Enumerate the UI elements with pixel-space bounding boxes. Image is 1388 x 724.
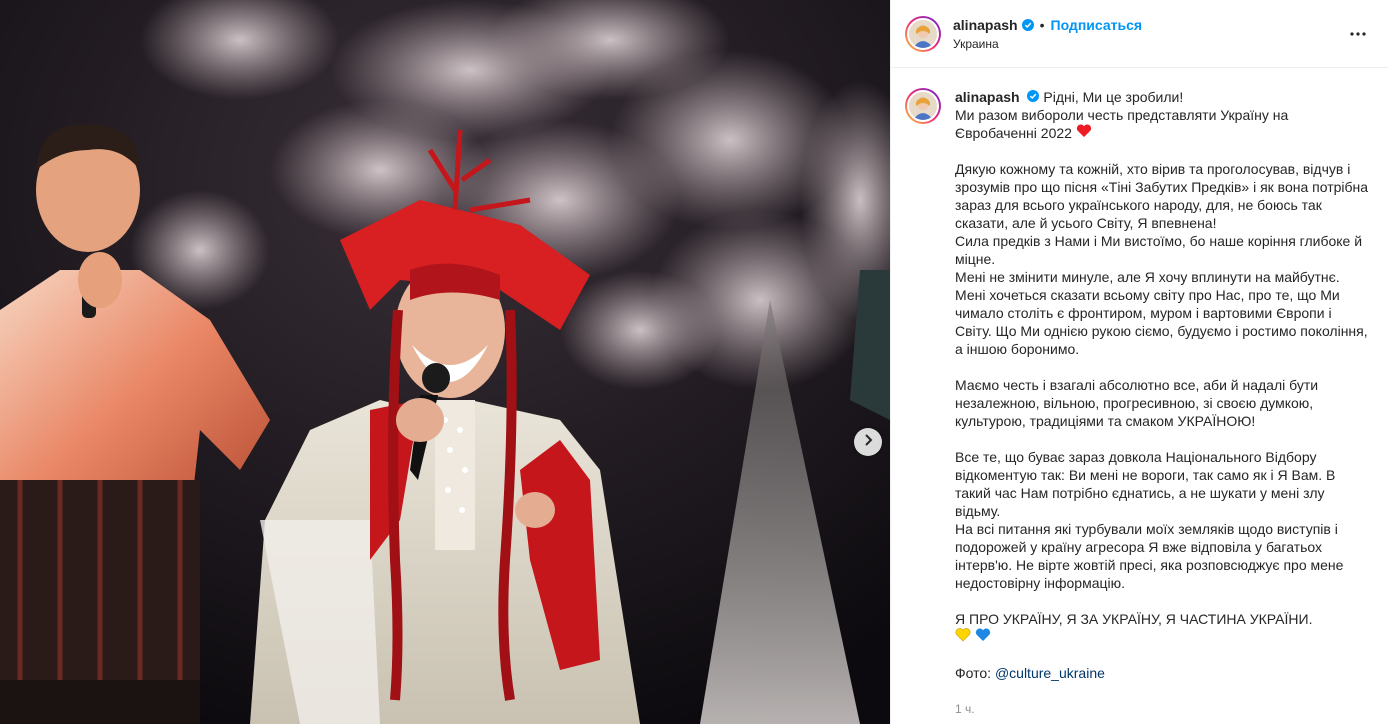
caption-line-9: Я ПРО УКРАЇНУ, Я ЗА УКРАЇНУ, Я ЧАСТИНА У… bbox=[955, 611, 1313, 627]
caption-line-1: Рідні, Ми це зробили! bbox=[1043, 89, 1184, 105]
caption-line-6: Маємо честь і взагалі абсолютно все, аби… bbox=[955, 377, 1319, 429]
instagram-post-view: alinapash • Подписаться Украина alinapas… bbox=[0, 0, 1388, 724]
author-username[interactable]: alinapash bbox=[953, 17, 1018, 33]
separator-dot: • bbox=[1039, 16, 1045, 33]
post-timestamp[interactable]: 1 ч. bbox=[955, 700, 1372, 718]
caption-line-4: Сила предків з Нами і Ми вистоїмо, бо на… bbox=[955, 233, 1363, 267]
caption-username[interactable]: alinapash bbox=[955, 89, 1020, 105]
chevron-right-icon bbox=[863, 433, 873, 451]
verified-badge-icon bbox=[1027, 90, 1040, 102]
caption-line-3: Дякую кожному та кожній, хто вірив та пр… bbox=[955, 161, 1369, 231]
photo-credit-mention[interactable]: @culture_ukraine bbox=[995, 665, 1105, 681]
caption-line-7: Все те, що буває зараз довкола Національ… bbox=[955, 449, 1336, 519]
caption-line-8: На всі питання які турбували моїх земляк… bbox=[955, 521, 1344, 591]
caption-line-5: Мені не змінити минуле, але Я хочу вплин… bbox=[955, 269, 1368, 357]
avatar[interactable] bbox=[905, 15, 941, 52]
next-photo-button[interactable] bbox=[854, 428, 882, 456]
post-header: alinapash • Подписаться Украина bbox=[891, 0, 1388, 68]
yellow-heart-icon bbox=[955, 628, 971, 645]
red-heart-icon bbox=[1076, 124, 1092, 141]
post-side-panel: alinapash • Подписаться Украина alinapas… bbox=[890, 0, 1388, 724]
caption-avatar[interactable] bbox=[905, 88, 941, 124]
blue-heart-icon bbox=[975, 628, 991, 645]
post-photo[interactable] bbox=[0, 0, 890, 724]
post-photo-image bbox=[0, 0, 890, 724]
post-location[interactable]: Украина bbox=[953, 37, 1142, 51]
verified-badge-icon bbox=[1021, 18, 1034, 31]
photo-credit-prefix: Фото: bbox=[955, 665, 992, 681]
caption: alinapash Рідні, Ми це зробили! Ми разом… bbox=[891, 68, 1388, 718]
caption-text: alinapash Рідні, Ми це зробили! Ми разом… bbox=[955, 88, 1372, 718]
caption-line-2: Ми разом вибороли честь представляти Укр… bbox=[955, 107, 1289, 141]
follow-button[interactable]: Подписаться bbox=[1051, 17, 1143, 33]
more-dots-icon[interactable] bbox=[1346, 22, 1370, 51]
